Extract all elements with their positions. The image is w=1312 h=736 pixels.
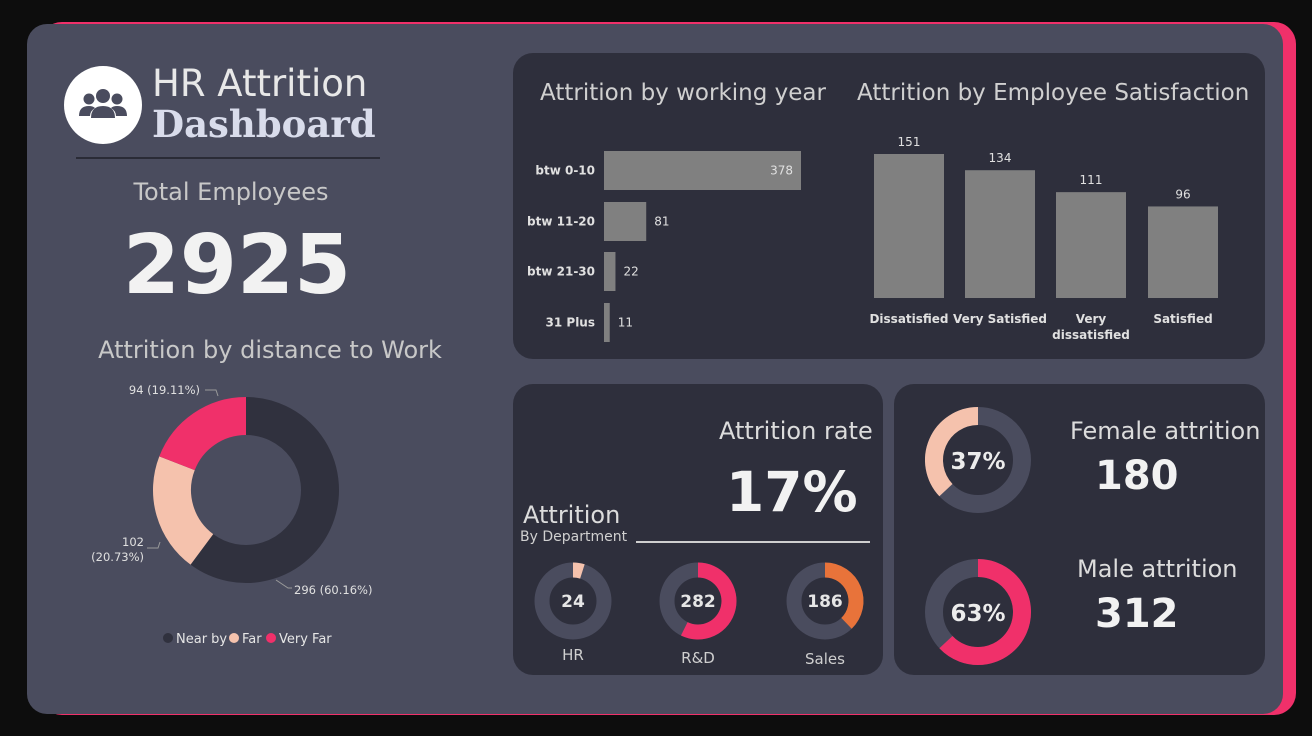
attrition-rate-value: 17%: [726, 460, 858, 524]
distance-donut-chart: 94 (19.11%) 102 (20.73%) 296 (60.16%) Ne…: [91, 383, 372, 647]
dept-name-sales: Sales: [805, 650, 845, 668]
working-year-value: 11: [618, 316, 633, 330]
female-percent: 37%: [950, 449, 1005, 475]
distance-chart-title: Attrition by distance to Work: [98, 336, 442, 364]
male-attrition-value: 312: [1095, 591, 1179, 637]
female-attrition-value: 180: [1095, 453, 1179, 499]
dept-value-sales: 186: [807, 592, 843, 612]
working-year-value: 81: [654, 215, 669, 229]
legend-swatch-near-by: [163, 633, 173, 643]
dept-value-rnd: 282: [680, 592, 716, 612]
slice-label-near-by: 296 (60.16%): [294, 583, 372, 597]
working-year-bars: btw 0-10 378 btw 11-20 81 btw 21-30 22 31 Plus…: [527, 151, 801, 342]
dept-donut-sales: 186 Sales: [786, 562, 864, 668]
working-year-bar: [604, 202, 647, 241]
header-divider: [76, 157, 380, 159]
app-title-line2: Dashboard: [152, 102, 376, 146]
department-donuts: 24 HR 282 R&D 186 Sales: [534, 562, 864, 668]
total-employees-label: Total Employees: [133, 178, 329, 206]
attrition-rate-label: Attrition rate: [719, 417, 873, 445]
satisfaction-category: Very: [1076, 312, 1107, 326]
slice-far: [153, 456, 214, 565]
slice-label-very-far: 94 (19.11%): [129, 383, 200, 397]
legend-very-far: Very Far: [279, 632, 332, 647]
people-group-icon: [79, 89, 127, 118]
satisfaction-value: 134: [989, 151, 1012, 165]
satisfaction-title: Attrition by Employee Satisfaction: [857, 80, 1250, 106]
department-title: Attrition: [523, 501, 621, 529]
satisfaction-value: 96: [1175, 187, 1190, 201]
satisfaction-value: 111: [1080, 173, 1103, 187]
female-donut: 37%: [925, 407, 1031, 513]
working-year-bar: [604, 303, 610, 342]
gender-donuts: 37% 63%: [925, 407, 1031, 665]
male-donut: 63%: [925, 559, 1031, 665]
working-year-bar: [604, 252, 616, 291]
working-year-category: btw 21-30: [527, 265, 595, 279]
male-attrition-label: Male attrition: [1077, 555, 1238, 583]
satisfaction-category: Very Satisfied: [953, 312, 1047, 326]
slice-very-far: [159, 397, 247, 471]
dept-name-rnd: R&D: [681, 649, 715, 667]
slice-label-far-line1: 102: [122, 535, 144, 549]
satisfaction-bars: 151 Dissatisfied 134 Very Satisfied 111 Very d…: [869, 135, 1218, 342]
working-year-bar-chart: btw 0-10 378 btw 11-20 81 btw 21-30 22 31 Plus…: [527, 151, 801, 342]
working-year-value: 22: [623, 265, 638, 279]
dept-name-hr: HR: [562, 646, 584, 664]
logo-badge: [64, 66, 142, 144]
legend-far: Far: [242, 632, 262, 647]
female-attrition-label: Female attrition: [1070, 417, 1261, 445]
legend-near-by: Near by: [176, 632, 227, 647]
department-subtitle: By Department: [520, 529, 628, 545]
working-year-category: btw 0-10: [535, 164, 595, 178]
satisfaction-category: Dissatisfied: [869, 312, 948, 326]
working-year-category: btw 11-20: [527, 215, 595, 229]
satisfaction-category: Satisfied: [1153, 312, 1212, 326]
satisfaction-bar: [1148, 206, 1218, 298]
working-year-value: 378: [770, 164, 793, 178]
working-year-category: 31 Plus: [546, 316, 595, 330]
dept-arc-hr: [572, 562, 585, 579]
satisfaction-bar-chart: 151 Dissatisfied 134 Very Satisfied 111 Very d…: [869, 135, 1218, 342]
satisfaction-value: 151: [898, 135, 921, 149]
legend-swatch-far: [229, 633, 239, 643]
department-divider: [636, 541, 870, 543]
slice-label-far-line2: (20.73%): [91, 550, 144, 564]
dept-value-hr: 24: [561, 592, 585, 612]
satisfaction-bar: [874, 154, 944, 298]
male-percent: 63%: [950, 601, 1005, 627]
satisfaction-bar: [1056, 192, 1126, 298]
dept-donut-hr: 24 HR: [534, 562, 612, 664]
total-employees-value: 2925: [122, 218, 352, 313]
distance-legend: Near by Far Very Far: [163, 632, 332, 647]
legend-swatch-very-far: [266, 633, 276, 643]
satisfaction-bar: [965, 170, 1035, 298]
satisfaction-category: dissatisfied: [1052, 328, 1130, 342]
app-title-line1: HR Attrition: [152, 62, 368, 105]
working-year-title: Attrition by working year: [540, 80, 826, 106]
dept-donut-rnd: 282 R&D: [659, 562, 737, 667]
distance-slices: [153, 397, 339, 583]
